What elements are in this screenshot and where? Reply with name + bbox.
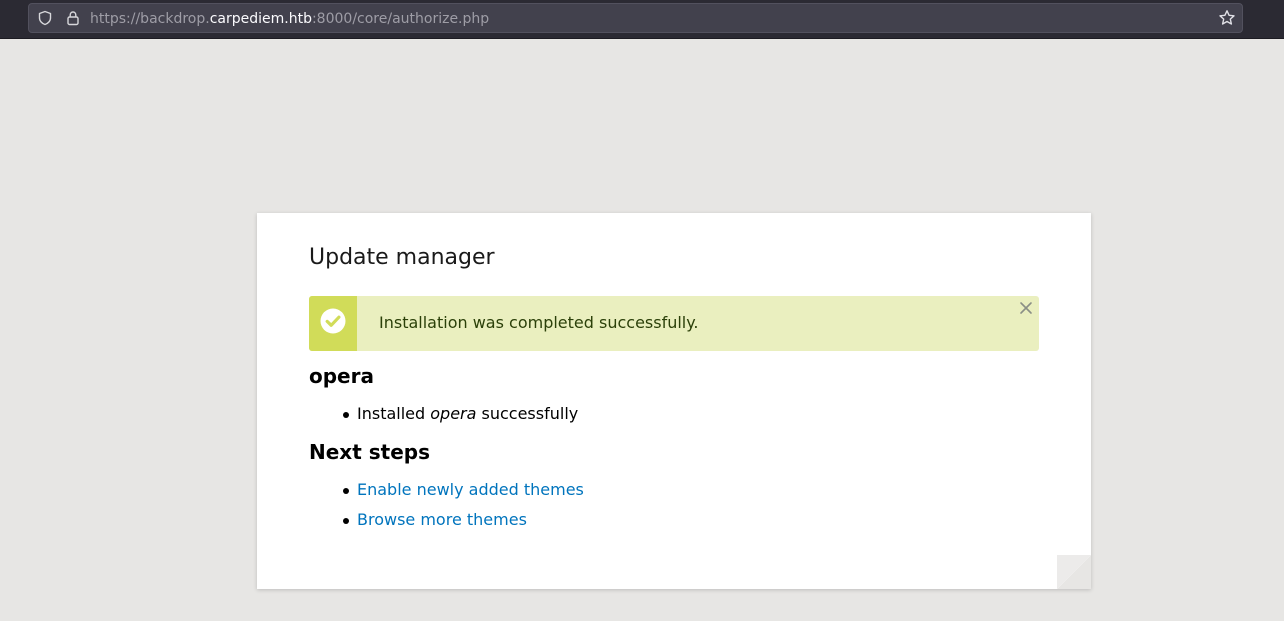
list-item: Browse more themes [341,505,584,535]
page-title: Update manager [309,245,495,270]
enable-themes-link[interactable]: Enable newly added themes [357,480,584,499]
url-suffix: :8000/core/authorize.php [311,11,490,27]
status-bar [309,296,357,351]
address-bar[interactable]: https://backdrop.carpediem.htb:8000/core… [28,3,1243,33]
installed-project-name: opera [430,404,477,423]
status-message-text: Installation was completed successfully. [379,313,699,332]
url-text[interactable]: https://backdrop.carpediem.htb:8000/core… [90,10,489,28]
list-item: Installed opera successfully [341,399,578,429]
browse-themes-link[interactable]: Browse more themes [357,510,527,529]
status-message: Installation was completed successfully. [309,296,1039,351]
installed-list: Installed opera successfully [341,399,578,429]
update-manager-card: Update manager Installation was complete… [257,213,1091,589]
installed-prefix: Installed [357,404,431,423]
bookmark-star-icon[interactable] [1218,9,1236,27]
bullet [343,412,349,418]
browser-toolbar: https://backdrop.carpediem.htb:8000/core… [0,0,1284,39]
bullet [343,518,349,524]
installed-suffix: successfully [476,404,579,423]
list-item: Enable newly added themes [341,475,584,505]
project-heading: opera [309,364,374,388]
next-steps-heading: Next steps [309,440,430,464]
lock-icon[interactable] [65,10,81,26]
url-prefix: https://backdrop. [90,11,210,27]
next-steps-list: Enable newly added themes Browse more th… [341,475,584,535]
bullet [343,488,349,494]
close-icon[interactable] [1019,301,1033,315]
tracking-protection-shield-icon[interactable] [37,10,53,26]
page-fold-corner [1057,555,1091,589]
check-circle-icon [320,308,346,334]
url-host: carpediem.htb [209,11,312,27]
